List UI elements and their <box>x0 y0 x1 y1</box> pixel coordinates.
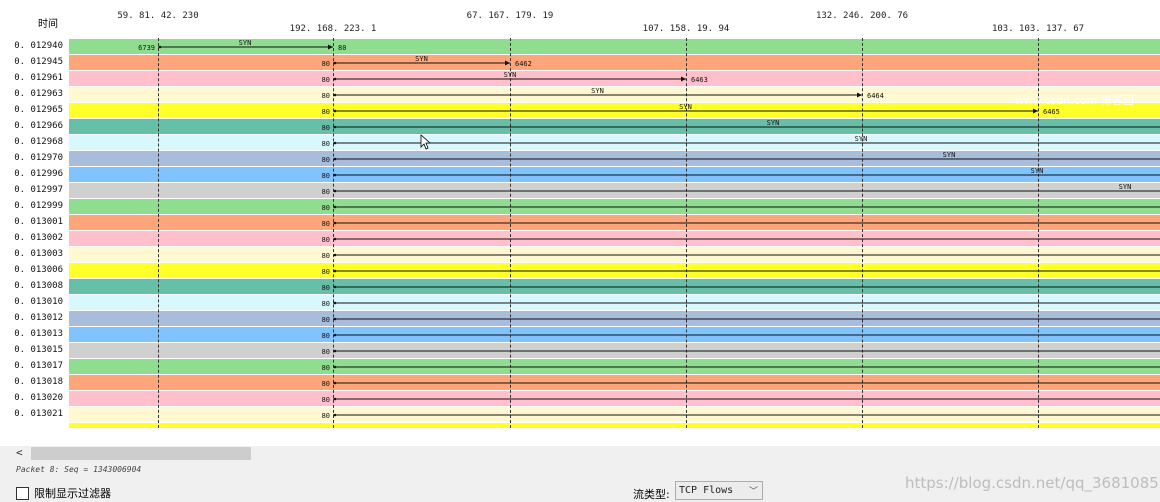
arrow-origin-dot <box>333 237 337 241</box>
flow-type-select[interactable]: TCP Flows ﹀ <box>675 481 763 500</box>
arrow-origin-dot <box>158 45 162 49</box>
limit-display-filter[interactable]: 限制显示过滤器 <box>16 485 111 501</box>
source-port-label: 80 <box>322 348 330 356</box>
scroll-left-arrow-icon[interactable]: < <box>16 446 23 459</box>
packet-label: SYN <box>1031 167 1044 175</box>
arrow-origin-dot <box>333 93 337 97</box>
arrow-origin-dot <box>333 413 337 417</box>
source-port-label: 80 <box>322 188 330 196</box>
source-port-label: 80 <box>322 252 330 260</box>
packet-label: SYN <box>679 103 692 111</box>
source-port-label: 80 <box>322 76 330 84</box>
source-port-label: 80 <box>322 284 330 292</box>
destination-port-label: 6463 <box>691 76 708 84</box>
destination-port-label: 6465 <box>1043 108 1060 116</box>
horizontal-scrollbar[interactable]: < <box>0 446 1160 462</box>
source-port-label: 80 <box>322 124 330 132</box>
mouse-cursor-icon <box>420 134 432 150</box>
source-port-label: 80 <box>322 92 330 100</box>
arrow-origin-dot <box>333 397 337 401</box>
arrow-origin-dot <box>333 381 337 385</box>
arrow-origin-dot <box>333 173 337 177</box>
source-port-label: 80 <box>322 268 330 276</box>
packet-label: SYN <box>415 55 428 63</box>
packet-label: SYN <box>943 151 956 159</box>
source-port-label: 80 <box>322 140 330 148</box>
packet-label: SYN <box>1119 183 1132 191</box>
arrow-origin-dot <box>333 333 337 337</box>
limit-filter-checkbox[interactable] <box>16 486 29 500</box>
arrow-origin-dot <box>333 61 337 65</box>
arrow-head-icon <box>505 60 510 66</box>
arrow-origin-dot <box>333 301 337 305</box>
source-port-label: 80 <box>322 332 330 340</box>
limit-filter-label: 限制显示过滤器 <box>34 487 111 500</box>
flow-type-label: 流类型: <box>633 488 670 501</box>
source-port-label: 80 <box>322 300 330 308</box>
source-port-label: 80 <box>322 396 330 404</box>
source-port-label: 80 <box>322 380 330 388</box>
source-port-label: 80 <box>322 364 330 372</box>
source-port-label: 80 <box>322 412 330 420</box>
chevron-down-icon: ﹀ <box>748 487 758 497</box>
packet-label: SYN <box>767 119 780 127</box>
arrow-head-icon <box>857 92 862 98</box>
source-port-label: 80 <box>322 172 330 180</box>
watermark: https://blog.csdn.net/qq_36810852 <box>905 474 1160 492</box>
arrow-head-icon <box>328 44 333 50</box>
destination-port-label: 6464 <box>867 92 884 100</box>
scrollbar-thumb[interactable] <box>31 447 251 460</box>
packet-label: SYN <box>855 135 868 143</box>
flow-type-value: TCP Flows <box>679 485 734 496</box>
source-port-label: 80 <box>322 108 330 116</box>
arrow-origin-dot <box>333 365 337 369</box>
source-port-label: 80 <box>322 156 330 164</box>
arrow-origin-dot <box>333 125 337 129</box>
arrow-origin-dot <box>333 317 337 321</box>
source-port-label: 80 <box>322 60 330 68</box>
arrow-head-icon <box>681 76 686 82</box>
watermark-overlay: www.csdn.com 博客园 <box>1015 94 1134 107</box>
arrow-origin-dot <box>333 141 337 145</box>
arrow-origin-dot <box>333 157 337 161</box>
flow-arrows: 6739 80 SYN 80 6462 SYN 80 6463 SYN 80 6464 SYN 80 64… <box>138 39 1160 420</box>
flow-graph[interactable]: 时间 59. 81. 42. 230 192. 168. 223. 1 67. 16… <box>0 0 1160 446</box>
source-port-label: 80 <box>322 204 330 212</box>
arrow-origin-dot <box>333 77 337 81</box>
source-port-label: 80 <box>322 316 330 324</box>
destination-port-label: 80 <box>338 44 346 52</box>
source-port-label: 80 <box>322 236 330 244</box>
packet-label: SYN <box>504 71 517 79</box>
arrow-origin-dot <box>333 221 337 225</box>
packet-label: SYN <box>591 87 604 95</box>
arrow-origin-dot <box>333 269 337 273</box>
arrow-origin-dot <box>333 285 337 289</box>
arrow-origin-dot <box>333 205 337 209</box>
arrow-origin-dot <box>333 109 337 113</box>
destination-port-label: 6462 <box>515 60 532 68</box>
arrow-head-icon <box>1033 108 1038 114</box>
arrow-origin-dot <box>333 349 337 353</box>
source-port-label: 80 <box>322 220 330 228</box>
status-text: Packet 8: Seq = 1343006904 <box>16 465 142 474</box>
arrow-origin-dot <box>333 189 337 193</box>
packet-label: SYN <box>239 39 252 47</box>
source-port-label: 6739 <box>138 44 155 52</box>
arrow-origin-dot <box>333 253 337 257</box>
